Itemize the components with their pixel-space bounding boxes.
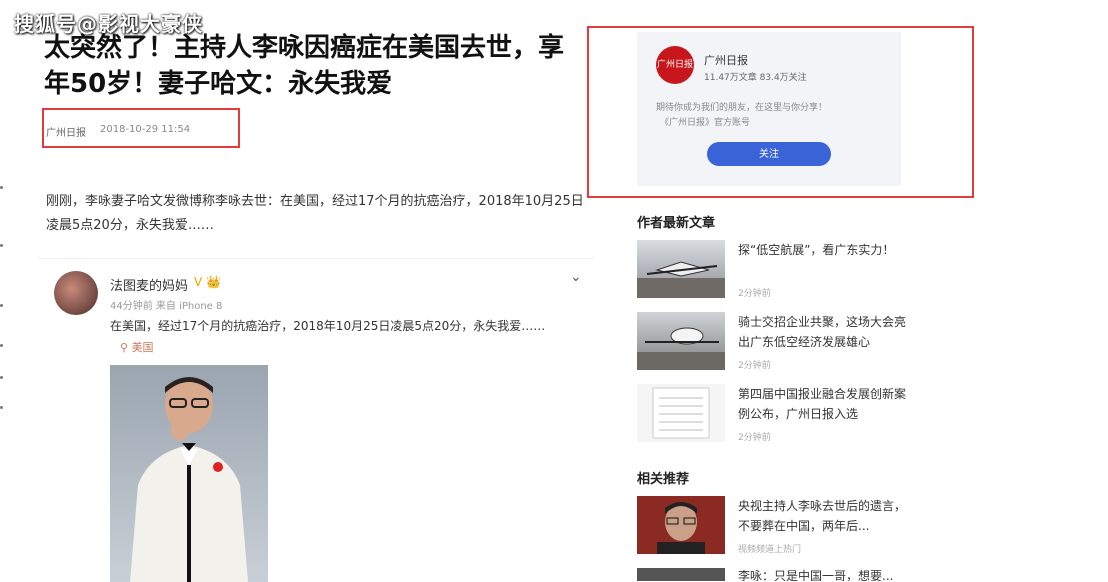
photo-host-illustration <box>130 377 248 582</box>
weibo-user-name[interactable]: 法图麦的妈妈 <box>110 275 188 294</box>
latest-articles-heading: 作者最新文章 <box>637 216 716 231</box>
related-title-2[interactable]: 李咏：只是中国一哥，想要... <box>738 566 908 581</box>
related-time-1: 视频频道上热门 <box>738 545 802 555</box>
latest-time-3: 2分钟前 <box>738 433 771 443</box>
author-slogan: 期待你成为我们的朋友，在这里与你分享！ <box>656 103 828 113</box>
author-logo[interactable]: 广州日报 <box>656 46 694 84</box>
weibo-location-label: 美国 <box>131 341 154 354</box>
latest-title-1[interactable]: 探“低空航展”，看广东实力！ <box>738 240 908 260</box>
weibo-photo[interactable] <box>110 365 268 582</box>
article-title: 太突然了！主持人李咏因癌症在美国去世，享年50岁！妻子哈文：永失我爱 <box>44 33 565 99</box>
author-desc: 《广州日报》官方账号 <box>660 118 751 128</box>
thumb-image-4 <box>657 502 705 554</box>
author-name[interactable]: 广州日报 <box>704 52 748 68</box>
avatar[interactable] <box>54 271 98 315</box>
latest-time-2: 2分钟前 <box>738 361 771 371</box>
watermark: 搜狐号@影视大豪侠 <box>14 12 203 36</box>
weibo-post-meta: 44分钟前 来自 iPhone 8 <box>110 301 223 312</box>
weibo-embed: 法图麦的妈妈 V 👑 44分钟前 来自 iPhone 8 ⌄ 在美国，经过17个… <box>38 258 594 582</box>
thumb-image-3 <box>652 387 710 439</box>
related-heading: 相关推荐 <box>637 472 690 487</box>
latest-time-1: 2分钟前 <box>738 289 771 299</box>
latest-title-2[interactable]: 骑士交招企业共聚，这场大会亮出广东低空经济发展雄心 <box>738 312 908 352</box>
thumb-image-2 <box>637 327 725 370</box>
related-thumb-2[interactable] <box>637 568 725 581</box>
latest-thumb-3[interactable] <box>637 384 725 442</box>
article-source[interactable]: 广州日报 <box>46 124 86 139</box>
vip-badge-icon: V 👑 <box>194 275 221 289</box>
latest-title-3[interactable]: 第四届中国报业融合发展创新案例公布，广州日报入选 <box>738 384 908 424</box>
follow-button[interactable]: 关注 <box>707 142 831 166</box>
page-edge-marks <box>0 0 8 581</box>
related-title-1[interactable]: 央视主持人李咏去世后的遗言，不要葬在中国，两年后... <box>738 496 908 536</box>
article-time: 2018-10-29 11:54 <box>100 124 191 135</box>
chevron-down-icon[interactable]: ⌄ <box>570 269 582 285</box>
thumb-image-1 <box>637 261 725 298</box>
latest-thumb-1[interactable] <box>637 240 725 298</box>
weibo-location[interactable]: ⚲ 美国 <box>120 339 154 355</box>
weibo-post-text: 在美国，经过17个月的抗癌治疗，2018年10月25日凌晨5点20分，永失我爱…… <box>110 319 546 333</box>
article-paragraph: 刚刚，李咏妻子哈文发微博称李咏去世：在美国，经过17个月的抗癌治疗，2018年1… <box>46 194 584 233</box>
author-stats: 11.47万文章 83.4万关注 <box>704 73 807 83</box>
location-pin-icon: ⚲ <box>120 341 129 354</box>
latest-thumb-2[interactable] <box>637 312 725 370</box>
related-thumb-1[interactable] <box>637 496 725 554</box>
